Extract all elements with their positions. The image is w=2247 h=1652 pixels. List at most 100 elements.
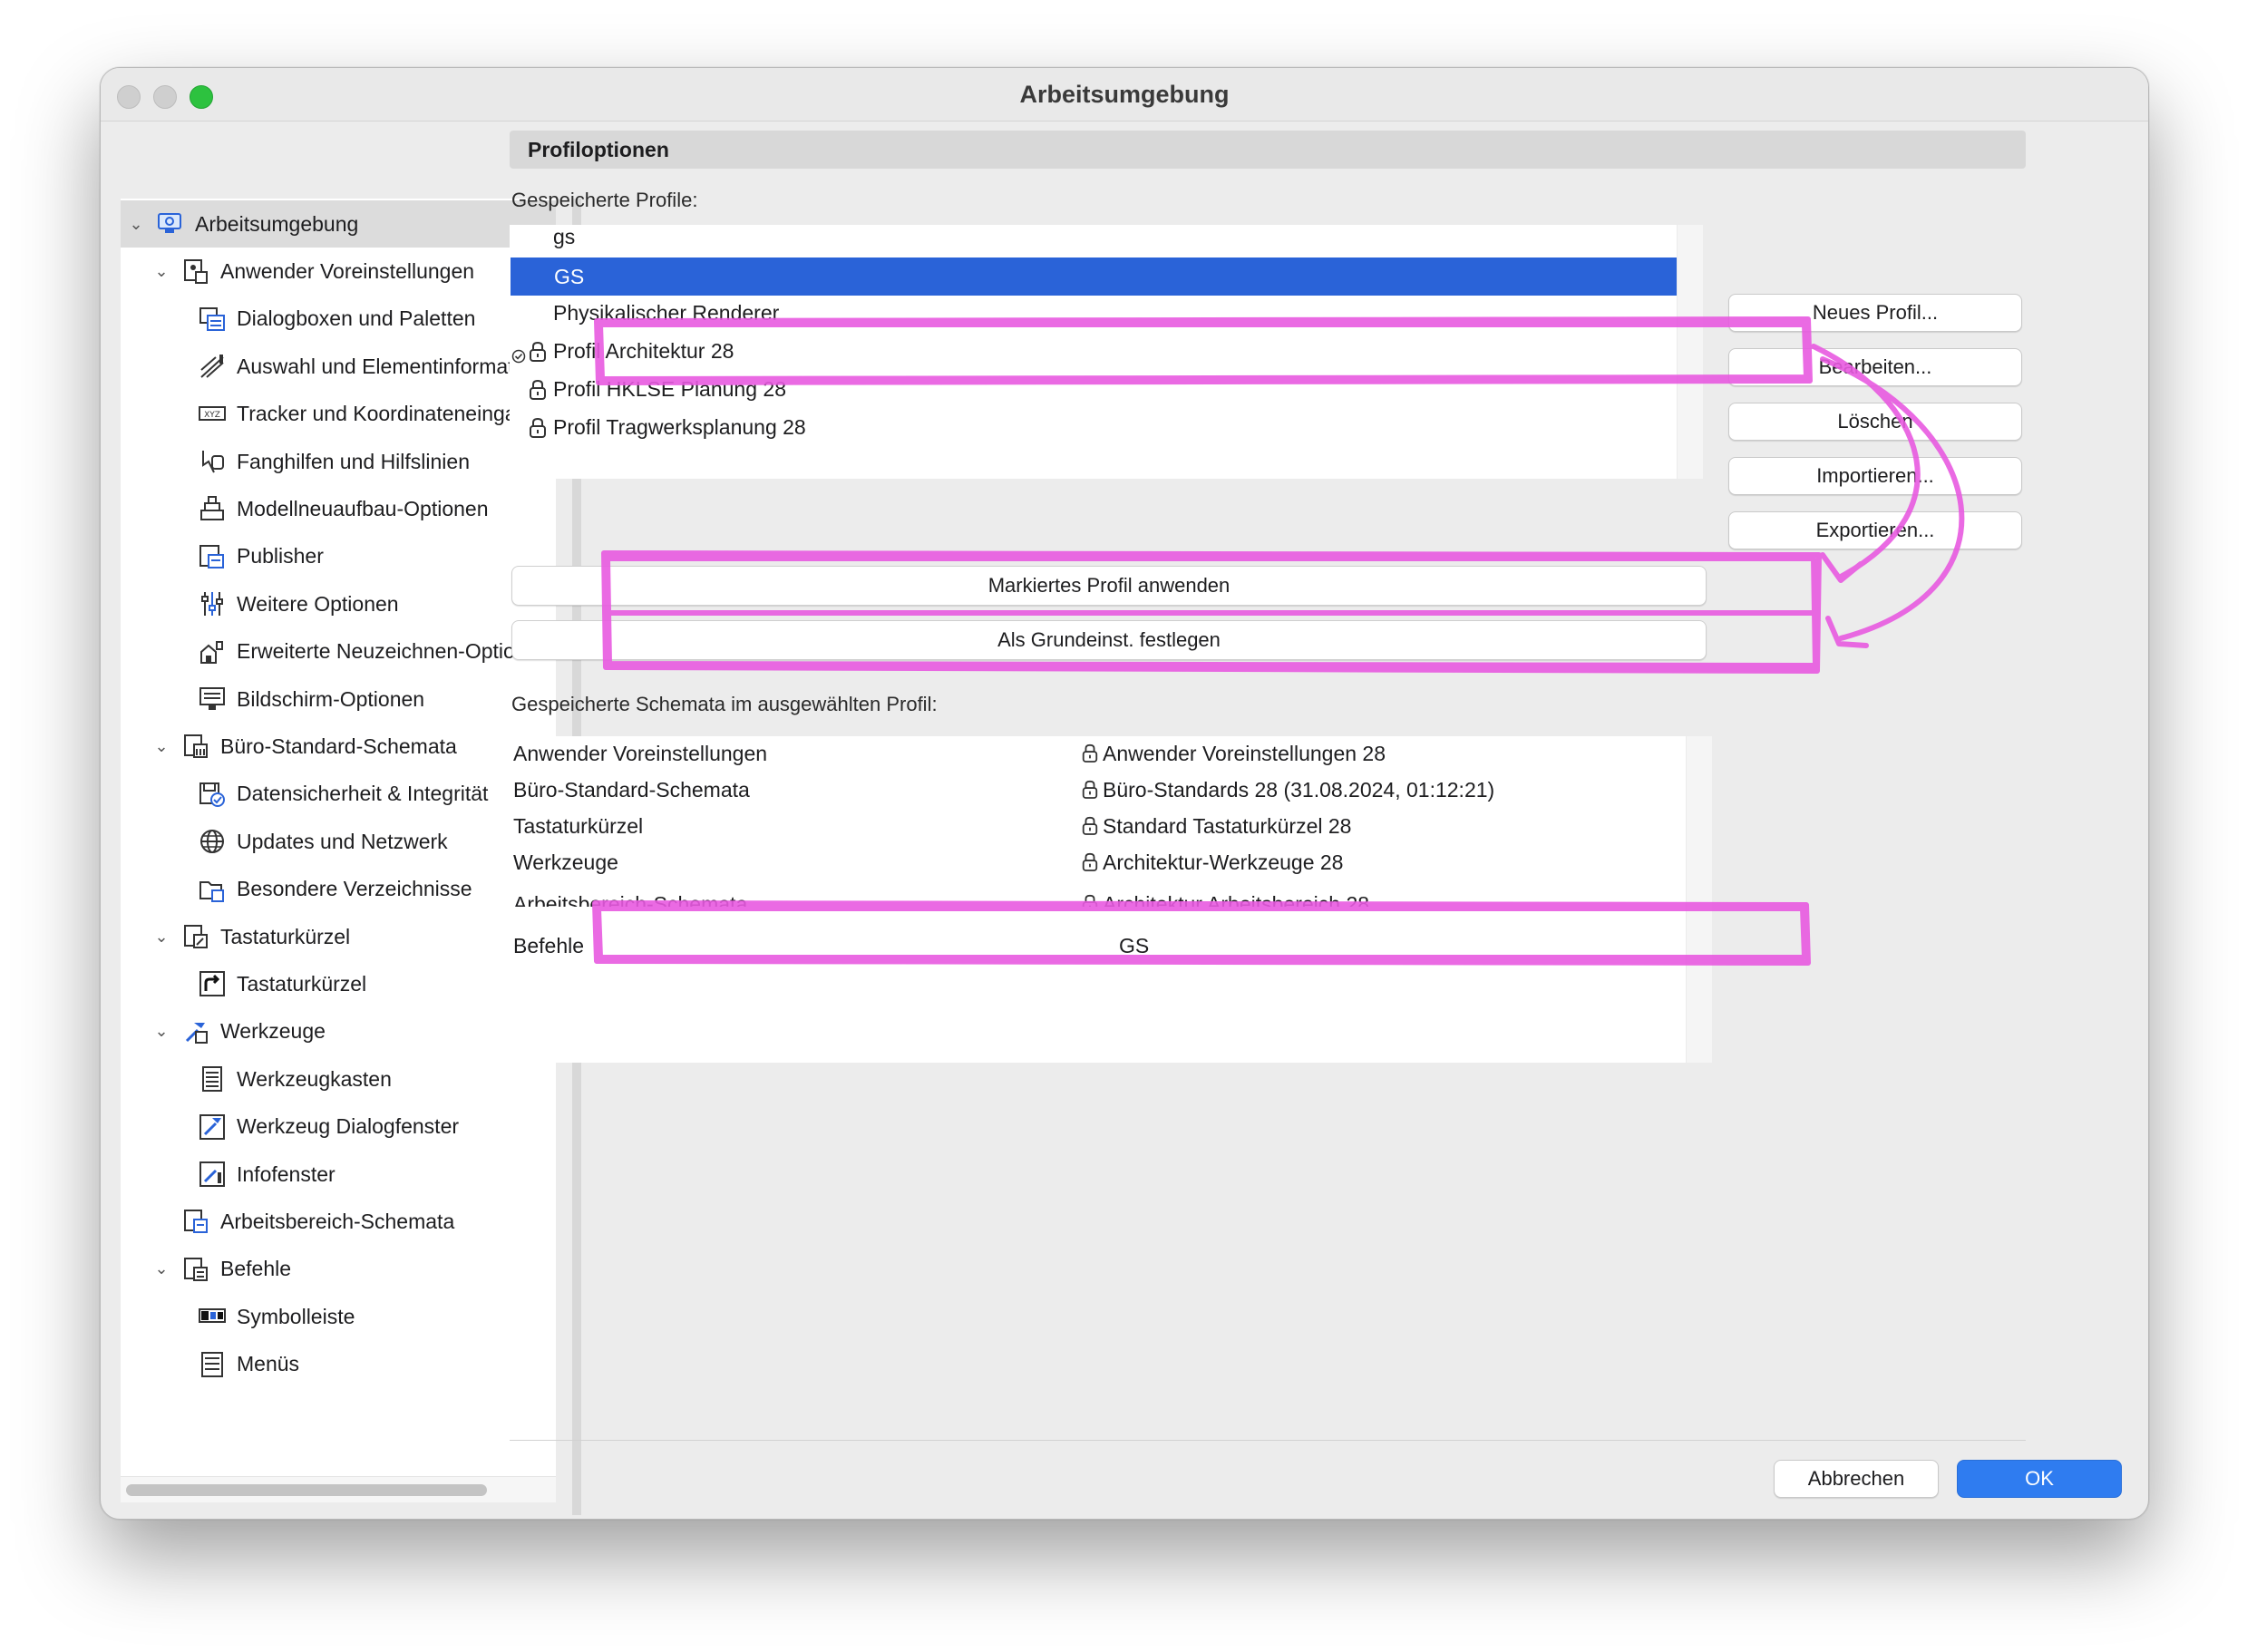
schema-value-text: Architektur Arbeitsbereich 28	[1103, 892, 1370, 907]
sidebar-item-werkzeugkasten[interactable]: Werkzeugkasten	[121, 1055, 556, 1103]
profile-name: Profil Tragwerksplanung 28	[553, 414, 806, 439]
svg-text:XYZ: XYZ	[204, 411, 220, 420]
sidebar-item-updates-und-netzwerk[interactable]: Updates und Netzwerk	[121, 818, 556, 865]
tools-scheme-icon	[180, 1016, 211, 1047]
sidebar-item-publisher[interactable]: Publisher	[121, 533, 556, 580]
edit-profile-button[interactable]: Bearbeiten...	[1728, 348, 2022, 386]
sidebar-item-label: Datensicherheit & Integrität	[237, 782, 489, 806]
sidebar-item-label: Arbeitsumgebung	[195, 211, 359, 236]
sidebar-item-erweiterte-neuzeichnen-optione[interactable]: Erweiterte Neuzeichnen-Optione	[121, 628, 556, 675]
folder-icon	[197, 874, 228, 905]
set-default-button[interactable]: Als Grundeinst. festlegen	[511, 620, 1707, 660]
schema-name: Befehle	[513, 934, 585, 957]
profiles-list-scrollbar[interactable]	[1677, 225, 1703, 479]
section-header: Profiloptionen	[510, 131, 2026, 169]
new-profile-button[interactable]: Neues Profil...	[1728, 294, 2022, 332]
schemata-label: Gespeicherte Schemata im ausgewählten Pr…	[511, 693, 938, 715]
delete-profile-button[interactable]: Löschen	[1728, 403, 2022, 441]
schema-row: Tastaturkürzel Standard Tastaturkürzel 28	[510, 809, 1687, 845]
sidebar-item-menues[interactable]: Menüs	[121, 1341, 556, 1388]
chevron-down-icon[interactable]: ⌄	[151, 262, 171, 281]
cancel-button[interactable]: Abbrechen	[1774, 1460, 1939, 1498]
sidebar-item-label: Symbolleiste	[237, 1304, 355, 1328]
schemata-table: Anwender Voreinstellungen Anwender Vorein…	[510, 736, 1712, 1063]
lock-icon	[1081, 816, 1099, 838]
user-settings-icon	[180, 256, 211, 287]
profiles-list[interactable]: gs GS Physikalischer Renderer Profil Archit…	[510, 225, 1703, 479]
import-profile-button[interactable]: Importieren...	[1728, 457, 2022, 495]
sidebar-item-bildschirm-optionen[interactable]: Bildschirm-Optionen	[121, 675, 556, 723]
chevron-down-icon[interactable]: ⌄	[151, 737, 171, 756]
ok-button[interactable]: OK	[1957, 1460, 2122, 1498]
workspace-scheme-icon	[180, 1206, 211, 1237]
sidebar-item-label: Erweiterte Neuzeichnen-Optione	[237, 639, 539, 664]
sidebar-item-dialogboxen-und-paletten[interactable]: Dialogboxen und Paletten	[121, 296, 556, 343]
schema-row: Anwender Voreinstellungen Anwender Vorein…	[510, 736, 1687, 773]
sidebar-scroll-thumb[interactable]	[126, 1484, 487, 1496]
lock-icon	[1081, 743, 1099, 765]
lock-icon	[1081, 852, 1099, 874]
shortcut-arrow-icon	[197, 968, 228, 999]
sidebar-item-datensicherheit-integritaet[interactable]: Datensicherheit & Integrität	[121, 771, 556, 818]
chevron-down-icon[interactable]: ⌄	[126, 215, 146, 234]
profile-row[interactable]: GS	[511, 258, 1677, 296]
chevron-down-icon[interactable]: ⌄	[151, 1022, 171, 1041]
sidebar-item-label: Anwender Voreinstellungen	[220, 258, 475, 283]
schema-value-text: Anwender Voreinstellungen 28	[1103, 742, 1386, 765]
schema-name: Werkzeuge	[513, 850, 618, 874]
info-window-icon	[197, 1159, 228, 1190]
sidebar-item-arbeitsbereich-schemata[interactable]: Arbeitsbereich-Schemata	[121, 1198, 556, 1245]
chevron-down-icon[interactable]: ⌄	[151, 1259, 171, 1278]
redraw-icon	[197, 637, 228, 667]
profile-name: gs	[553, 224, 576, 248]
sidebar-item-befehle[interactable]: ⌄ Befehle	[121, 1246, 556, 1293]
lock-icon	[528, 379, 548, 401]
sidebar-item-fanghilfen-und-hilfslinien[interactable]: Fanghilfen und Hilfslinien	[121, 438, 556, 485]
tool-dialog-icon	[197, 1112, 228, 1142]
schema-name: Anwender Voreinstellungen	[513, 742, 768, 765]
sidebar-item-infofenster[interactable]: Infofenster	[121, 1151, 556, 1198]
sidebar-horizontal-scrollbar[interactable]	[121, 1476, 556, 1502]
sidebar-item-werkzeuge[interactable]: ⌄ Werkzeuge	[121, 1008, 556, 1055]
schema-value: Anwender Voreinstellungen 28	[1081, 742, 1386, 766]
schema-name: Tastaturkürzel	[513, 814, 644, 838]
chevron-down-icon[interactable]: ⌄	[151, 928, 171, 947]
schema-name: Büro-Standard-Schemata	[513, 778, 750, 802]
profile-row[interactable]: Physikalischer Renderer	[510, 294, 1678, 332]
profile-row[interactable]: Profil Tragwerksplanung 28	[510, 408, 1678, 446]
shortcut-scheme-icon	[180, 921, 211, 952]
profile-name: Profil HKLSE Planung 28	[553, 376, 786, 401]
sidebar-item-weitere-optionen[interactable]: Weitere Optionen	[121, 580, 556, 627]
schema-row: Werkzeuge Architektur-Werkzeuge 28	[510, 845, 1687, 881]
profile-row[interactable]: Profil Architektur 28	[510, 332, 1678, 370]
sidebar-item-buero-standard-schemata[interactable]: ⌄ Büro-Standard-Schemata	[121, 723, 556, 770]
sidebar-item-tracker-und-koordinateneingabe[interactable]: XYZ Tracker und Koordinateneingabe	[121, 391, 556, 438]
sidebar-item-tastaturkuerzel[interactable]: Tastaturkürzel	[121, 960, 556, 1007]
globe-icon	[197, 826, 228, 857]
sidebar-item-label: Büro-Standard-Schemata	[220, 734, 457, 758]
export-profile-button[interactable]: Exportieren...	[1728, 511, 2022, 549]
schema-value: GS	[1119, 934, 1149, 958]
schema-value: Architektur Arbeitsbereich 28	[1081, 892, 1369, 907]
lock-icon	[528, 417, 548, 439]
sidebar-item-werkzeug-dialogfenster[interactable]: Werkzeug Dialogfenster	[121, 1103, 556, 1151]
monitor-icon	[197, 684, 228, 714]
sidebar-item-label: Menüs	[237, 1352, 300, 1376]
sidebar-item-label: Updates und Netzwerk	[237, 829, 448, 853]
apply-profile-button[interactable]: Markiertes Profil anwenden	[511, 566, 1707, 606]
sidebar-item-besondere-verzeichnisse[interactable]: Besondere Verzeichnisse	[121, 866, 556, 913]
profile-row[interactable]: gs	[510, 218, 1678, 256]
footer-divider	[510, 1440, 2026, 1441]
sidebar-item-auswahl-und-elementinformation[interactable]: Auswahl und Elementinformation	[121, 343, 556, 390]
selection-info-icon	[197, 351, 228, 382]
sidebar-item-label: Modellneuaufbau-Optionen	[237, 496, 489, 520]
sidebar-item-arbeitsumgebung[interactable]: ⌄ Arbeitsumgebung	[121, 200, 556, 248]
sidebar-item-symbolleiste[interactable]: Symbolleiste	[121, 1293, 556, 1340]
profile-row[interactable]: Profil HKLSE Planung 28	[510, 370, 1678, 408]
schemata-scrollbar[interactable]	[1686, 736, 1712, 1063]
lock-icon	[1081, 780, 1099, 802]
sidebar-item-anwender-voreinstellungen[interactable]: ⌄ Anwender Voreinstellungen	[121, 248, 556, 295]
sidebar-item-tastaturkuerzel[interactable]: ⌄ Tastaturkürzel	[121, 913, 556, 960]
sidebar-item-label: Auswahl und Elementinformation	[237, 354, 542, 378]
sidebar-item-modellneuaufbau-optionen[interactable]: Modellneuaufbau-Optionen	[121, 485, 556, 532]
